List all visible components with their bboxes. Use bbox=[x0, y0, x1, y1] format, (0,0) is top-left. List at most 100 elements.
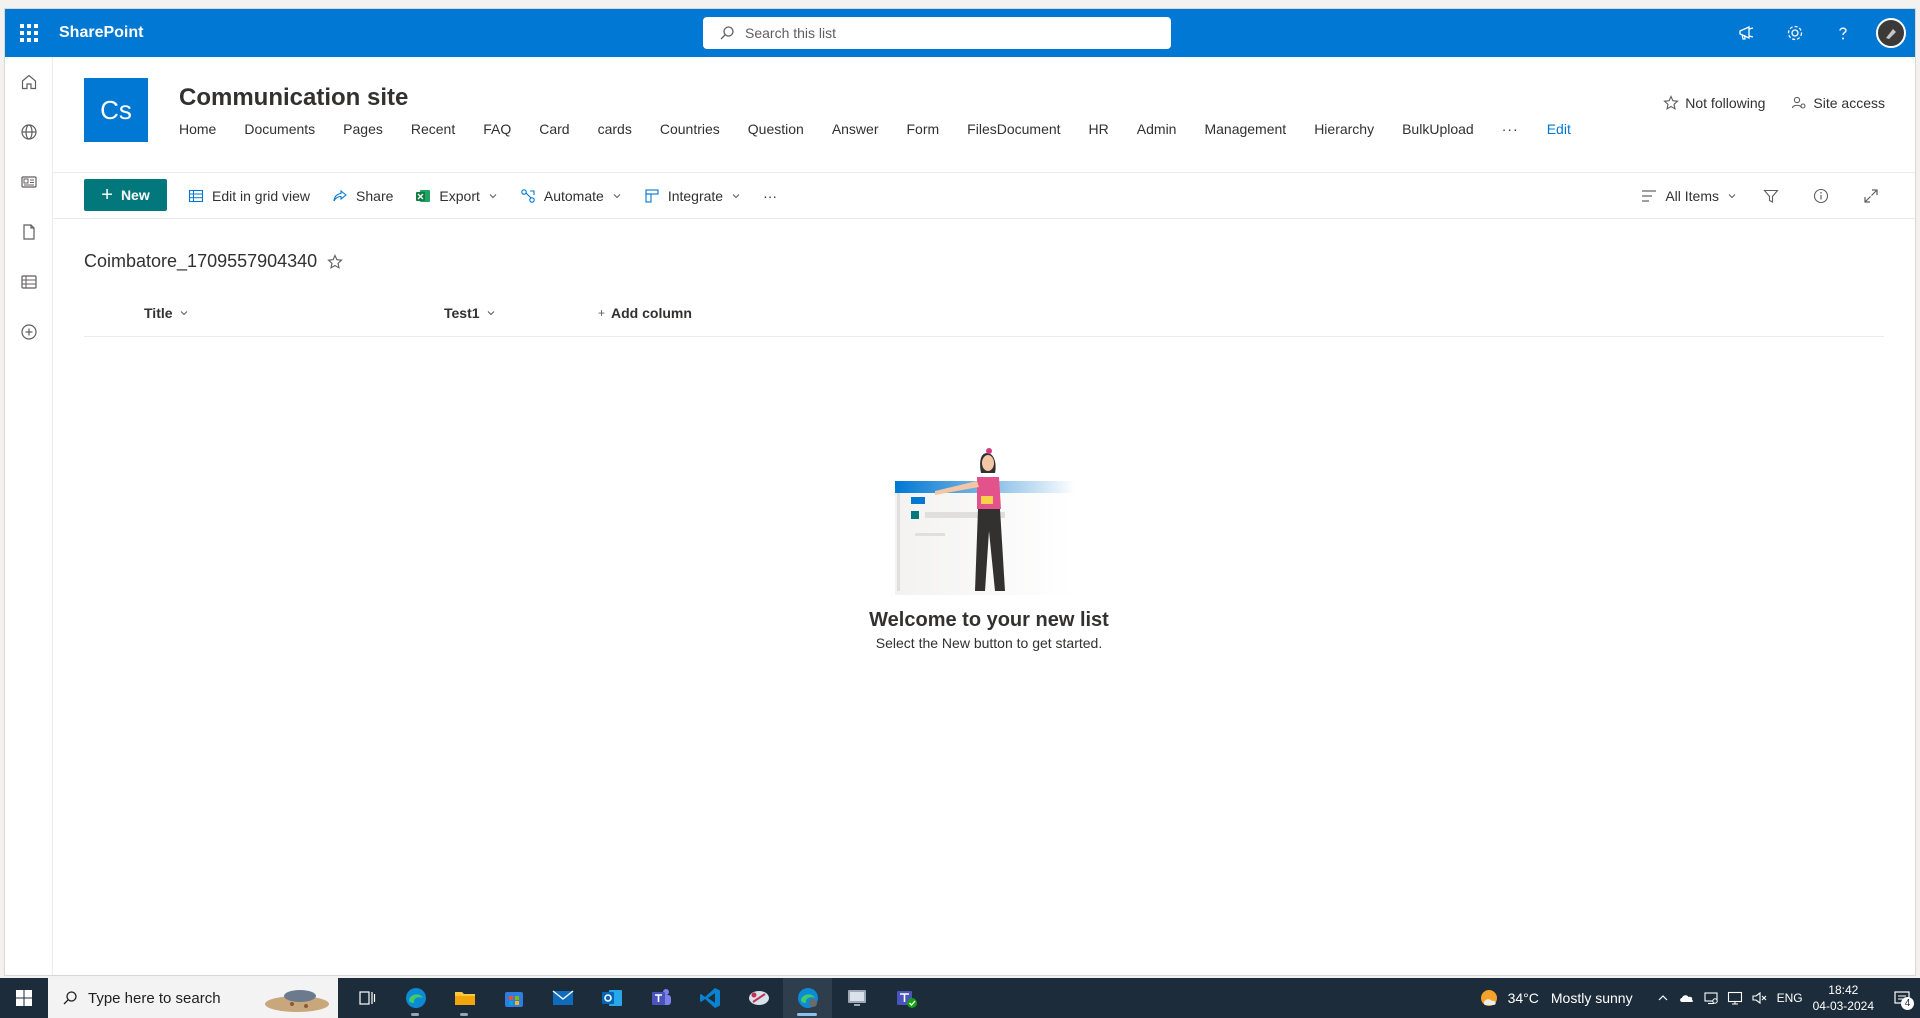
rail-create[interactable] bbox=[5, 307, 53, 357]
integrate-label: Integrate bbox=[667, 188, 724, 204]
taskbar-teams-classic[interactable] bbox=[881, 978, 930, 1018]
account-button[interactable] bbox=[1867, 9, 1915, 57]
add-column-button[interactable]: + Add column bbox=[598, 305, 692, 321]
column-header-test1[interactable]: Test1 bbox=[444, 305, 496, 321]
site-access-button[interactable]: Site access bbox=[1791, 95, 1885, 111]
column-header-title[interactable]: Title bbox=[144, 305, 189, 321]
weather-widget[interactable]: 34°C Mostly sunny bbox=[1478, 987, 1633, 1009]
settings-button[interactable] bbox=[1771, 9, 1819, 57]
taskbar-snipping-tool[interactable] bbox=[734, 978, 783, 1018]
network-tray[interactable] bbox=[1699, 978, 1723, 1018]
feedback-button[interactable] bbox=[1723, 9, 1771, 57]
clock[interactable]: 18:42 04-03-2024 bbox=[1813, 982, 1874, 1014]
nav-item-card[interactable]: Card bbox=[539, 121, 569, 137]
taskbar-remote-desktop[interactable] bbox=[832, 978, 881, 1018]
help-icon bbox=[1839, 27, 1847, 40]
nav-item-documents[interactable]: Documents bbox=[244, 121, 315, 137]
nav-item-admin[interactable]: Admin bbox=[1137, 121, 1177, 137]
column-header-row: Title Test1 + Add column bbox=[84, 297, 1884, 337]
nav-item-form[interactable]: Form bbox=[907, 121, 940, 137]
rail-files[interactable] bbox=[5, 207, 53, 257]
nav-item-faq[interactable]: FAQ bbox=[483, 121, 511, 137]
nav-item-management[interactable]: Management bbox=[1204, 121, 1286, 137]
rail-sites[interactable] bbox=[5, 107, 53, 157]
site-title[interactable]: Communication site bbox=[179, 84, 408, 112]
nav-item-hr[interactable]: HR bbox=[1089, 121, 1109, 137]
integrate-button[interactable]: Integrate bbox=[644, 188, 741, 204]
app-launcher-button[interactable] bbox=[5, 9, 53, 57]
more-commands-button[interactable]: ··· bbox=[763, 188, 777, 204]
nav-item-home[interactable]: Home bbox=[179, 121, 216, 137]
help-button[interactable] bbox=[1819, 9, 1867, 57]
volume-tray[interactable] bbox=[1747, 978, 1771, 1018]
favorite-star-icon[interactable] bbox=[327, 253, 343, 270]
taskbar-teams[interactable] bbox=[636, 978, 685, 1018]
weather-sun-icon bbox=[1480, 990, 1497, 1006]
gear-icon bbox=[1787, 25, 1803, 41]
info-button[interactable] bbox=[1813, 188, 1837, 204]
taskbar-edge[interactable] bbox=[391, 978, 440, 1018]
taskbar-mail[interactable] bbox=[538, 978, 587, 1018]
windows-taskbar: Type here to search 34°C Mostly sunny EN… bbox=[0, 978, 1920, 1018]
nav-item-recent[interactable]: Recent bbox=[411, 121, 455, 137]
taskbar-vscode[interactable] bbox=[685, 978, 734, 1018]
show-hidden-icons-button[interactable] bbox=[1651, 978, 1675, 1018]
new-button[interactable]: + New bbox=[84, 179, 167, 211]
follow-button[interactable]: Not following bbox=[1663, 95, 1765, 111]
automate-button[interactable]: Automate bbox=[520, 188, 622, 204]
notification-center-button[interactable]: 4 bbox=[1884, 978, 1920, 1018]
task-view-button[interactable] bbox=[342, 978, 391, 1018]
start-button[interactable] bbox=[0, 978, 48, 1018]
edge-profile-icon bbox=[797, 988, 818, 1008]
export-button[interactable]: Export bbox=[415, 188, 497, 204]
teams-icon bbox=[651, 989, 671, 1005]
share-button[interactable]: Share bbox=[332, 188, 393, 204]
nav-item-cards[interactable]: cards bbox=[598, 121, 632, 137]
nav-item-question[interactable]: Question bbox=[748, 121, 804, 137]
nav-item-answer[interactable]: Answer bbox=[832, 121, 879, 137]
weather-condition: Mostly sunny bbox=[1550, 990, 1633, 1006]
nav-item-countries[interactable]: Countries bbox=[660, 121, 720, 137]
column-title-label: Title bbox=[144, 305, 173, 321]
system-tray: 34°C Mostly sunny ENG 18:42 04-03-2024 4 bbox=[1478, 978, 1920, 1018]
search-icon bbox=[720, 26, 734, 40]
fullscreen-button[interactable] bbox=[1863, 188, 1887, 204]
plus-icon: + bbox=[101, 184, 113, 206]
rail-home[interactable] bbox=[5, 57, 53, 107]
nav-item-filesdocument[interactable]: FilesDocument bbox=[967, 121, 1060, 137]
megaphone-icon bbox=[1739, 25, 1754, 40]
taskbar-store[interactable] bbox=[489, 978, 538, 1018]
onedrive-tray[interactable] bbox=[1675, 978, 1699, 1018]
taskbar-file-explorer[interactable] bbox=[440, 978, 489, 1018]
monitor-network-icon bbox=[1727, 991, 1742, 1005]
rail-lists[interactable] bbox=[5, 257, 53, 307]
view-switcher-label: All Items bbox=[1665, 188, 1719, 204]
rail-news[interactable] bbox=[5, 157, 53, 207]
wifi-tray[interactable] bbox=[1723, 978, 1747, 1018]
edit-grid-view-label: Edit in grid view bbox=[212, 188, 311, 204]
search-highlight-icon bbox=[265, 990, 329, 1012]
filter-button[interactable] bbox=[1763, 188, 1787, 204]
taskbar-outlook[interactable] bbox=[587, 978, 636, 1018]
info-icon bbox=[1813, 188, 1829, 204]
taskbar-search[interactable]: Type here to search bbox=[48, 978, 338, 1018]
add-column-label: Add column bbox=[611, 305, 692, 321]
nav-item-hierarchy[interactable]: Hierarchy bbox=[1314, 121, 1374, 137]
view-switcher[interactable]: All Items bbox=[1641, 188, 1737, 204]
search-box[interactable]: Search this list bbox=[703, 17, 1171, 49]
nav-item-pages[interactable]: Pages bbox=[343, 121, 383, 137]
view-options-icon bbox=[1642, 190, 1657, 202]
nav-more-button[interactable]: ··· bbox=[1502, 121, 1519, 137]
brand-name[interactable]: SharePoint bbox=[59, 24, 143, 42]
taskbar-edge-profile[interactable] bbox=[783, 978, 832, 1018]
nav-edit-link[interactable]: Edit bbox=[1547, 121, 1571, 137]
list-title[interactable]: Coimbatore_1709557904340 bbox=[84, 251, 317, 272]
teams-classic-icon bbox=[896, 991, 917, 1008]
automate-label: Automate bbox=[543, 188, 604, 204]
globe-icon bbox=[21, 124, 37, 140]
nav-item-bulkupload[interactable]: BulkUpload bbox=[1402, 121, 1474, 137]
site-logo[interactable]: Cs bbox=[84, 78, 148, 142]
input-language[interactable]: ENG bbox=[1777, 991, 1803, 1005]
chevron-down-icon bbox=[180, 311, 187, 316]
edit-grid-view-button[interactable]: Edit in grid view bbox=[188, 188, 310, 204]
